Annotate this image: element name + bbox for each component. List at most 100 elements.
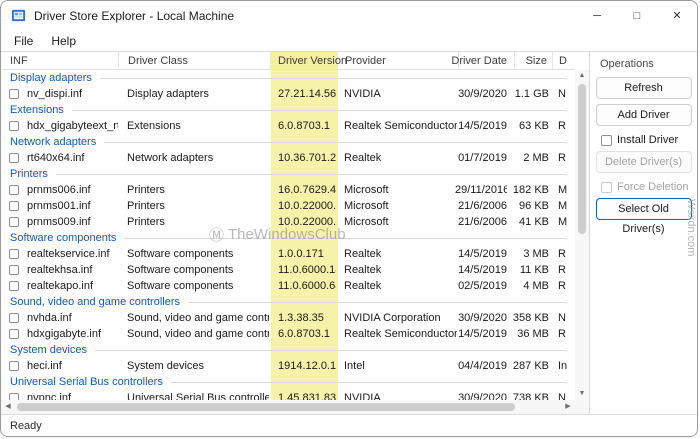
cell-inf: heci.inf — [27, 360, 62, 372]
cell-inf: rt640x64.inf — [27, 152, 85, 164]
titlebar: Driver Store Explorer - Local Machine ─ … — [1, 1, 697, 30]
scroll-down-arrow-icon[interactable]: ▼ — [575, 388, 589, 400]
maximize-button[interactable]: □ — [617, 1, 657, 30]
menubar: File Help — [1, 30, 697, 51]
table-row[interactable]: rt640x64.inf Network adapters 10.36.701.20… — [1, 150, 575, 166]
group-header[interactable]: Network adapters — [1, 134, 575, 150]
column-header-driver-date[interactable]: Driver Date — [451, 52, 515, 69]
row-checkbox[interactable] — [9, 153, 19, 163]
table-row[interactable]: nv_dispi.inf Display adapters 27.21.14.567… — [1, 86, 575, 102]
table-row[interactable]: heci.inf System devices 1914.12.0.1256 Inte… — [1, 358, 575, 374]
row-checkbox[interactable] — [9, 185, 19, 195]
group-separator-line — [124, 237, 567, 239]
cell-class: Printers — [127, 184, 165, 196]
cell-extra: M — [558, 216, 568, 228]
cell-class: Network adapters — [127, 152, 214, 164]
cell-date: 21/6/2006 — [458, 216, 507, 228]
row-checkbox[interactable] — [9, 281, 19, 291]
cell-size: 358 KB — [512, 312, 549, 324]
column-header-driver-version[interactable]: Driver Version — [271, 52, 347, 69]
vertical-scrollbar-thumb[interactable] — [578, 84, 586, 234]
row-checkbox[interactable] — [9, 121, 19, 131]
select-old-drivers-button[interactable]: Select Old Driver(s) — [595, 198, 692, 235]
add-driver-button[interactable]: Add Driver — [595, 104, 692, 126]
cell-provider: Realtek — [344, 248, 382, 260]
column-header-inf[interactable]: INF — [1, 52, 119, 69]
refresh-button[interactable]: Refresh — [595, 77, 692, 99]
column-header-size[interactable]: Size — [515, 52, 553, 69]
scroll-left-arrow-icon[interactable]: ◀ — [1, 400, 15, 414]
scroll-right-arrow-icon[interactable]: ▶ — [561, 400, 575, 414]
group-header[interactable]: Universal Serial Bus controllers — [1, 374, 575, 390]
group-label: Display adapters — [10, 72, 92, 84]
scroll-up-arrow-icon[interactable]: ▲ — [575, 70, 589, 82]
force-deletion-label: Force Deletion — [617, 181, 689, 193]
minimize-button[interactable]: ─ — [577, 1, 617, 30]
row-checkbox[interactable] — [9, 217, 19, 227]
row-checkbox[interactable] — [9, 329, 19, 339]
row-checkbox[interactable] — [9, 201, 19, 211]
group-label: Universal Serial Bus controllers — [10, 376, 163, 388]
row-checkbox[interactable] — [9, 265, 19, 275]
column-header-provider[interactable]: Provider — [338, 52, 459, 69]
cell-date: 14/5/2019 — [458, 120, 507, 132]
force-deletion-checkbox[interactable]: Force Deletion — [601, 181, 697, 193]
group-header[interactable]: Extensions — [1, 102, 575, 118]
cell-date: 02/5/2019 — [458, 280, 507, 292]
table-row[interactable]: realtekservice.inf Software components 1.0… — [1, 246, 575, 262]
table-row[interactable]: nvhda.inf Sound, video and game controlle… — [1, 310, 575, 326]
group-separator-line — [71, 109, 567, 111]
cell-size: 41 KB — [519, 216, 549, 228]
status-text: Ready — [10, 419, 42, 432]
cell-size: 3 MB — [523, 248, 549, 260]
table-row[interactable]: nvpnc.inf Universal Serial Bus controller… — [1, 390, 575, 400]
install-driver-checkbox[interactable]: Install Driver — [601, 134, 697, 146]
menu-help[interactable]: Help — [42, 32, 85, 50]
cell-date: 29/11/2016 — [455, 184, 507, 196]
group-header[interactable]: System devices — [1, 342, 575, 358]
group-label: Sound, video and game controllers — [10, 296, 180, 308]
cell-inf: hdx_gigabyteext_rtk.inf — [27, 120, 118, 132]
cell-date: 04/4/2019 — [458, 360, 507, 372]
table-row[interactable]: prnms009.inf Printers 10.0.22000.1 Microsof… — [1, 214, 575, 230]
cell-extra: N — [558, 88, 566, 100]
close-button[interactable]: ✕ — [657, 1, 697, 30]
table-row[interactable]: hdx_gigabyteext_rtk.inf Extensions 6.0.870… — [1, 118, 575, 134]
row-checkbox[interactable] — [9, 89, 19, 99]
cell-class: Sound, video and game controllers — [127, 328, 269, 340]
group-header[interactable]: Software components — [1, 230, 575, 246]
table-row[interactable]: prnms006.inf Printers 16.0.7629.4000 Micros… — [1, 182, 575, 198]
cell-extra: N — [558, 312, 566, 324]
horizontal-scrollbar[interactable]: ◀ ▶ — [1, 400, 575, 414]
row-checkbox[interactable] — [9, 361, 19, 371]
group-separator-line — [99, 77, 567, 79]
menu-file[interactable]: File — [5, 32, 42, 50]
delete-drivers-button[interactable]: Delete Driver(s) — [595, 151, 692, 173]
table-row[interactable]: hdxgigabyte.inf Sound, video and game con… — [1, 326, 575, 342]
row-checkbox[interactable] — [9, 249, 19, 259]
group-label: Printers — [10, 168, 48, 180]
checkbox-icon[interactable] — [601, 134, 612, 146]
cell-version: 1.0.0.171 — [278, 248, 324, 260]
column-header-truncated[interactable]: D — [553, 52, 575, 69]
table-row[interactable]: realtekapo.inf Software components 11.0.60… — [1, 278, 575, 294]
group-separator-line — [95, 349, 567, 351]
row-checkbox[interactable] — [9, 313, 19, 323]
column-header-driver-class[interactable]: Driver Class — [119, 52, 271, 69]
cell-provider: Realtek — [344, 264, 382, 276]
checkbox-icon[interactable] — [601, 181, 612, 193]
horizontal-scrollbar-thumb[interactable] — [17, 403, 515, 411]
group-header[interactable]: Sound, video and game controllers — [1, 294, 575, 310]
table-row[interactable]: realtekhsa.inf Software components 11.0.60… — [1, 262, 575, 278]
cell-extra: In — [558, 360, 568, 372]
table-row[interactable]: prnms001.inf Printers 10.0.22000.1 Microsof… — [1, 198, 575, 214]
app-window: Driver Store Explorer - Local Machine ─ … — [0, 0, 698, 437]
group-separator-line — [170, 381, 567, 383]
group-header[interactable]: Display adapters — [1, 70, 575, 86]
cell-size: 11 KB — [519, 264, 549, 276]
group-header[interactable]: Printers — [1, 166, 575, 182]
cell-size: 1.1 GB — [514, 88, 549, 100]
row-checkbox[interactable] — [9, 393, 19, 400]
vertical-scrollbar[interactable]: ▲ ▼ — [575, 70, 589, 400]
group-label: System devices — [10, 344, 88, 356]
